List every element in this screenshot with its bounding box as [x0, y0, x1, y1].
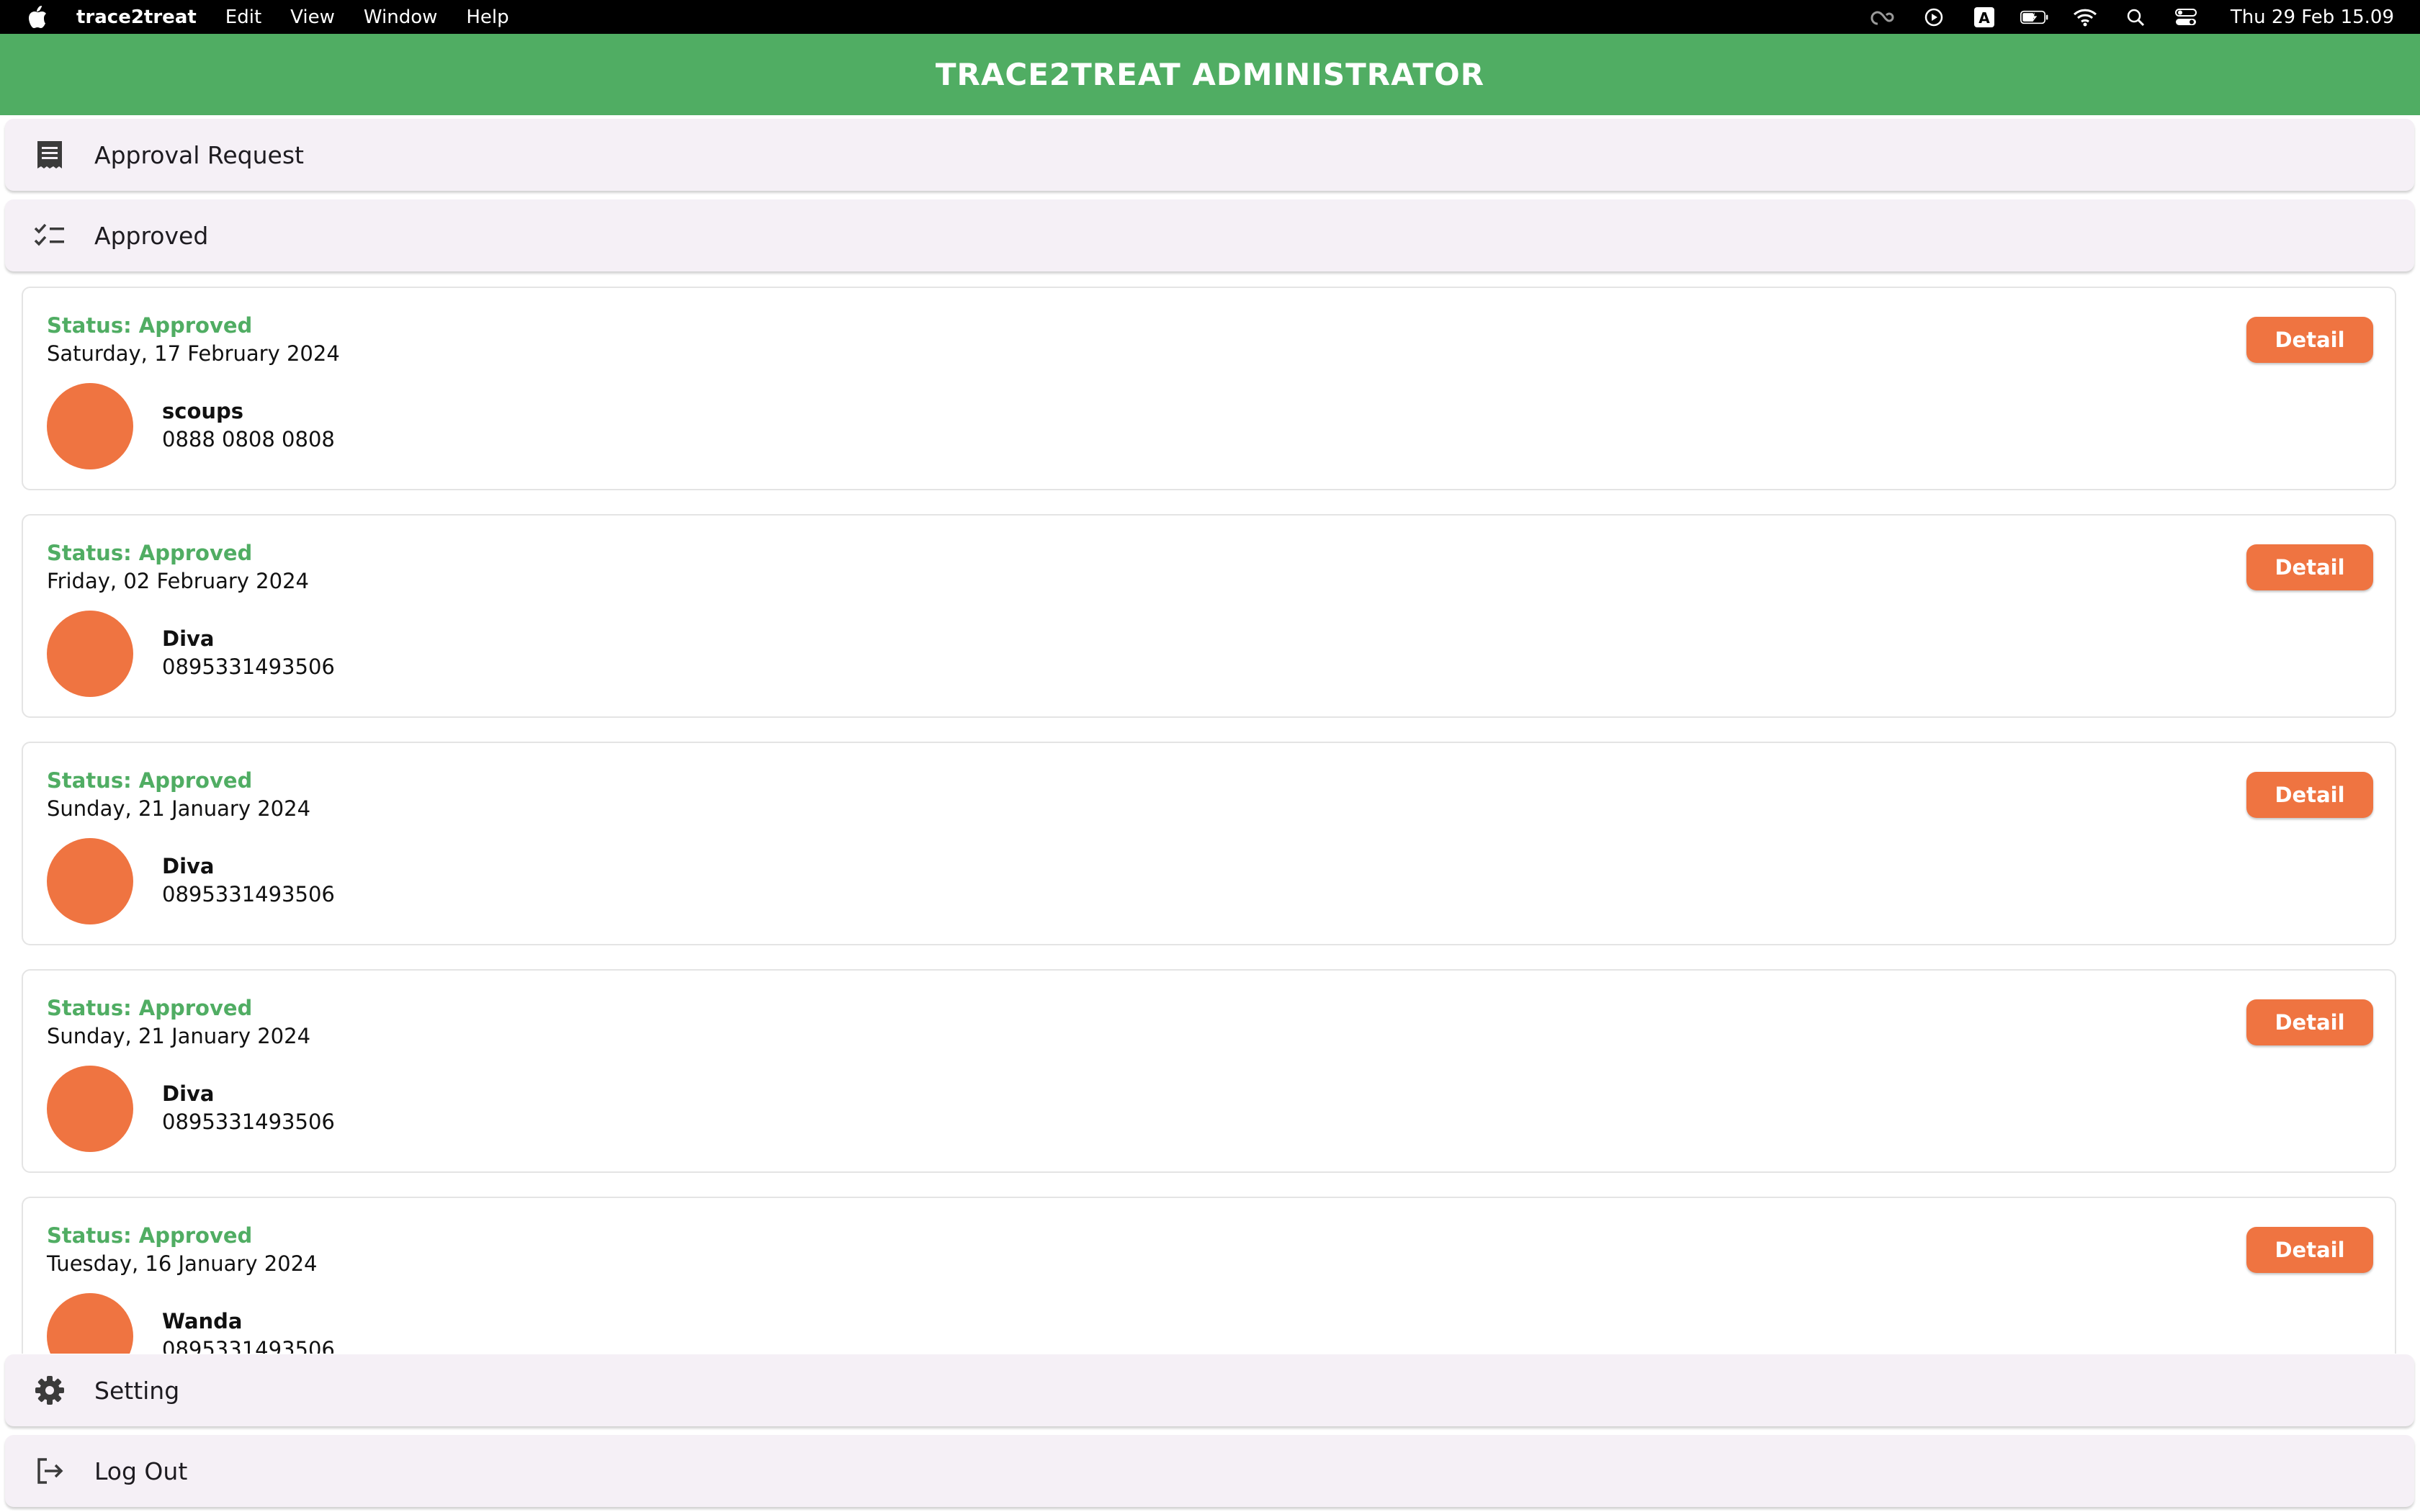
- detail-button[interactable]: Detail: [2246, 317, 2373, 363]
- list-item: Status: Approved Friday, 02 February 202…: [22, 514, 2396, 718]
- user-name: Diva: [162, 626, 215, 651]
- date-label: Sunday, 21 January 2024: [47, 796, 311, 821]
- user-phone: 0888 0808 0808: [162, 427, 335, 451]
- nav-approved[interactable]: Approved: [5, 199, 2414, 271]
- user-name: scoups: [162, 399, 244, 423]
- battery-charging-icon[interactable]: [2020, 6, 2049, 29]
- gear-icon: [32, 1373, 67, 1408]
- menu-app-name[interactable]: trace2treat: [76, 6, 197, 28]
- receipt-list-icon: [32, 138, 67, 172]
- menu-help[interactable]: Help: [466, 6, 508, 28]
- wifi-icon[interactable]: [2071, 6, 2099, 29]
- user-name: Wanda: [162, 1309, 243, 1333]
- avatar: [47, 1293, 133, 1354]
- approved-list[interactable]: Status: Approved Saturday, 17 February 2…: [0, 277, 2420, 1354]
- detail-button[interactable]: Detail: [2246, 999, 2373, 1045]
- user-name: Diva: [162, 854, 215, 878]
- menu-clock[interactable]: Thu 29 Feb 15.09: [2231, 6, 2394, 28]
- list-item: Status: Approved Tuesday, 16 January 202…: [22, 1197, 2396, 1354]
- status-label: Status: Approved: [47, 541, 253, 565]
- avatar: [47, 611, 133, 697]
- user-phone: 0895331493506: [162, 882, 335, 906]
- date-label: Sunday, 21 January 2024: [47, 1024, 311, 1048]
- detail-button[interactable]: Detail: [2246, 772, 2373, 818]
- play-circle-icon[interactable]: [1919, 6, 1948, 29]
- apple-logo-icon[interactable]: [27, 5, 50, 30]
- list-item: Status: Approved Sunday, 21 January 2024…: [22, 969, 2396, 1173]
- menu-status-area: A Thu 29 Feb 15.09: [1869, 0, 2394, 34]
- nav-approval-request-label: Approval Request: [94, 140, 304, 169]
- status-label: Status: Approved: [47, 768, 253, 793]
- date-label: Friday, 02 February 2024: [47, 569, 309, 593]
- input-source-icon[interactable]: A: [1970, 6, 1999, 29]
- date-label: Tuesday, 16 January 2024: [47, 1251, 318, 1276]
- avatar: [47, 838, 133, 924]
- logout-icon: [32, 1454, 67, 1488]
- user-name: Diva: [162, 1081, 215, 1106]
- detail-button[interactable]: Detail: [2246, 1227, 2373, 1273]
- list-item: Status: Approved Saturday, 17 February 2…: [22, 287, 2396, 490]
- status-label: Status: Approved: [47, 996, 253, 1020]
- svg-text:A: A: [1978, 9, 1990, 27]
- user-phone: 0895331493506: [162, 1110, 335, 1134]
- checklist-icon: [32, 218, 67, 253]
- detail-button[interactable]: Detail: [2246, 544, 2373, 590]
- list-item: Status: Approved Sunday, 21 January 2024…: [22, 742, 2396, 945]
- nav-logout[interactable]: Log Out: [5, 1435, 2414, 1507]
- status-label: Status: Approved: [47, 1223, 253, 1248]
- nav-setting-label: Setting: [94, 1376, 180, 1405]
- creative-cloud-icon[interactable]: [1869, 6, 1898, 29]
- user-phone: 0895331493506: [162, 1337, 335, 1354]
- menu-edit[interactable]: Edit: [225, 6, 261, 28]
- system-menu-bar: trace2treat Edit View Window Help A Thu …: [0, 0, 2420, 34]
- app-header: TRACE2TREAT ADMINISTRATOR: [0, 34, 2420, 115]
- menu-window[interactable]: Window: [364, 6, 438, 28]
- app-title: TRACE2TREAT ADMINISTRATOR: [935, 57, 1485, 92]
- menu-view[interactable]: View: [290, 6, 335, 28]
- date-label: Saturday, 17 February 2024: [47, 341, 340, 366]
- status-label: Status: Approved: [47, 313, 253, 338]
- nav-approved-label: Approved: [94, 221, 209, 250]
- avatar: [47, 1066, 133, 1152]
- spotlight-search-icon[interactable]: [2121, 6, 2150, 29]
- nav-setting[interactable]: Setting: [5, 1354, 2414, 1426]
- user-phone: 0895331493506: [162, 654, 335, 679]
- control-center-icon[interactable]: [2172, 6, 2200, 29]
- avatar: [47, 383, 133, 469]
- nav-logout-label: Log Out: [94, 1457, 188, 1485]
- nav-approval-request[interactable]: Approval Request: [5, 119, 2414, 191]
